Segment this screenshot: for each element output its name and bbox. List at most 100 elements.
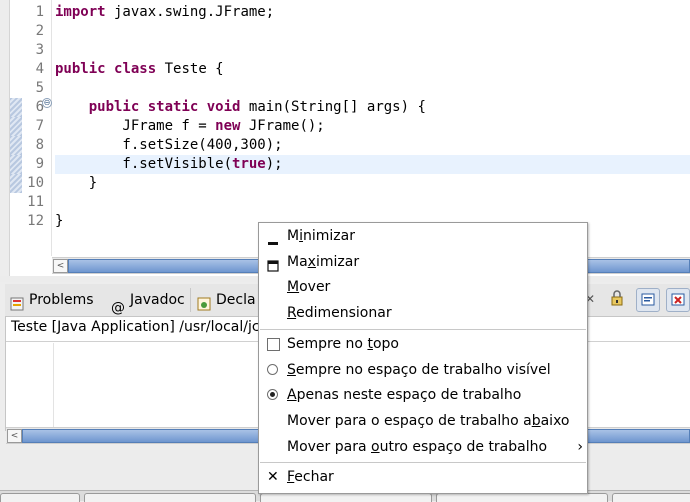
code-line[interactable]: import javax.swing.JFrame; xyxy=(55,3,690,22)
mnemonic: o xyxy=(371,438,380,455)
menu-item-label: Mover para o espaço de trabalho abaixo xyxy=(287,409,569,434)
close-icon: ✕ xyxy=(267,469,279,486)
taskbar-button[interactable] xyxy=(612,493,690,502)
checkbox-icon xyxy=(267,337,280,351)
label-text: penas neste espaço de trabalho xyxy=(296,387,522,404)
menu-item[interactable]: Sempre no topo xyxy=(259,332,587,357)
code-token: f.setSize(400,300); xyxy=(55,137,283,153)
label-text: empre no espaço de trabalho visível xyxy=(295,361,551,378)
taskbar-button[interactable] xyxy=(0,493,80,502)
line-number: 10 xyxy=(27,175,44,191)
code-line[interactable] xyxy=(55,22,690,41)
code-line[interactable]: JFrame f = new JFrame(); xyxy=(55,117,690,136)
label-text: Sempre no xyxy=(287,335,368,352)
tab-label: Decla xyxy=(216,292,256,308)
menu-item-label: Redimensionar xyxy=(287,301,392,326)
code-line[interactable] xyxy=(55,79,690,98)
label-text: over xyxy=(299,279,331,296)
display-console-button[interactable] xyxy=(636,288,660,312)
editor-left-trim xyxy=(0,0,10,276)
taskbar-button[interactable] xyxy=(436,493,608,502)
code-line[interactable] xyxy=(55,41,690,60)
menu-separator xyxy=(260,462,586,464)
label-text: echar xyxy=(294,469,334,486)
menu-item[interactable]: Apenas neste espaço de trabalho xyxy=(259,383,587,408)
line-number: 9 xyxy=(35,156,44,172)
taskbar-button[interactable] xyxy=(260,493,432,502)
line-number: 6 xyxy=(35,99,44,115)
line-number: 2 xyxy=(35,23,44,39)
menu-item[interactable]: Sempre no espaço de trabalho visível xyxy=(259,358,587,383)
scroll-left-arrow-icon[interactable]: < xyxy=(7,429,22,443)
console-icon xyxy=(641,293,655,306)
label-text: nimizar xyxy=(302,228,355,244)
line-number: 1 xyxy=(35,4,44,20)
lock-icon[interactable] xyxy=(609,290,625,306)
problems-icon xyxy=(9,292,25,311)
label-text: imizar xyxy=(315,253,360,270)
tab-javadoc[interactable]: @ Javadoc xyxy=(111,284,185,316)
maximize-icon xyxy=(267,256,279,272)
line-number: 8 xyxy=(35,137,44,153)
code-line[interactable]: public static void main(String[] args) { xyxy=(55,98,690,117)
tab-label: Javadoc xyxy=(130,292,185,308)
tab-label: Problems xyxy=(29,292,94,308)
fold-collapse-icon[interactable]: ⊖ xyxy=(42,98,52,108)
menu-item[interactable]: Maximizar xyxy=(259,250,587,275)
at-icon: @ xyxy=(111,300,125,316)
terminate-button[interactable] xyxy=(666,288,690,312)
tab-problems[interactable]: Problems xyxy=(9,284,94,316)
keyword-token: new xyxy=(215,118,241,134)
code-token: } xyxy=(55,213,64,229)
menu-item-label: Sempre no topo xyxy=(287,332,399,357)
code-token: JFrame f = xyxy=(55,118,216,134)
line-number: 5 xyxy=(35,80,44,96)
label-text: Mover para xyxy=(287,438,371,455)
menu-item[interactable]: Mover para outro espaço de trabalho › xyxy=(259,435,587,460)
submenu-arrow-icon: › xyxy=(577,438,583,455)
line-number: 7 xyxy=(35,118,44,134)
label-text: edimensionar xyxy=(296,305,392,322)
code-token: main(String[] args) { xyxy=(240,99,426,115)
label-text: Mover para o espaço de trabalho a xyxy=(287,412,532,429)
line-number: 12 xyxy=(27,213,44,229)
menu-item-label: Mover para outro espaço de trabalho xyxy=(287,435,547,460)
gutter-separator xyxy=(51,0,52,256)
code-token: Teste { xyxy=(156,61,224,77)
code-token: javax.swing.JFrame; xyxy=(105,4,275,20)
mnemonic: S xyxy=(287,361,296,378)
code-line[interactable]: public class Teste { xyxy=(55,60,690,79)
menu-item[interactable]: ✕ Fechar xyxy=(259,465,587,490)
label-text: opo xyxy=(372,335,399,352)
menu-item-label: Mover xyxy=(287,275,330,300)
code-line[interactable]: } xyxy=(55,174,690,193)
console-ruler xyxy=(53,343,54,431)
radio-selected-icon xyxy=(267,389,278,401)
code-line[interactable]: f.setSize(400,300); xyxy=(55,136,690,155)
menu-item[interactable]: Minimizar xyxy=(259,224,587,249)
keyword-token: class xyxy=(114,61,157,77)
keyword-token: static xyxy=(147,99,199,115)
menu-separator xyxy=(260,328,586,330)
keyword-token: true xyxy=(232,156,266,172)
keyword-token: import xyxy=(55,4,106,20)
label-text: aixo xyxy=(540,412,570,429)
menu-item[interactable]: Redimensionar xyxy=(259,301,587,326)
menu-item[interactable]: Mover xyxy=(259,275,587,300)
keyword-token: public xyxy=(88,99,140,115)
menu-item-label: Fechar xyxy=(287,465,334,490)
code-line[interactable]: f.setVisible(true); xyxy=(55,155,690,174)
taskbar-button[interactable] xyxy=(84,493,256,502)
scroll-left-arrow-icon[interactable]: < xyxy=(53,259,68,273)
terminate-icon xyxy=(671,293,685,306)
menu-item[interactable]: Mover para o espaço de trabalho abaixo xyxy=(259,409,587,434)
console-header: Teste [Java Application] /usr/local/jc xyxy=(11,319,260,335)
label-text: M xyxy=(287,228,300,244)
keyword-token: public xyxy=(55,61,106,77)
tab-declaration[interactable]: Decla xyxy=(196,284,256,316)
code-line[interactable] xyxy=(55,193,690,212)
line-number: 4 xyxy=(35,61,44,77)
